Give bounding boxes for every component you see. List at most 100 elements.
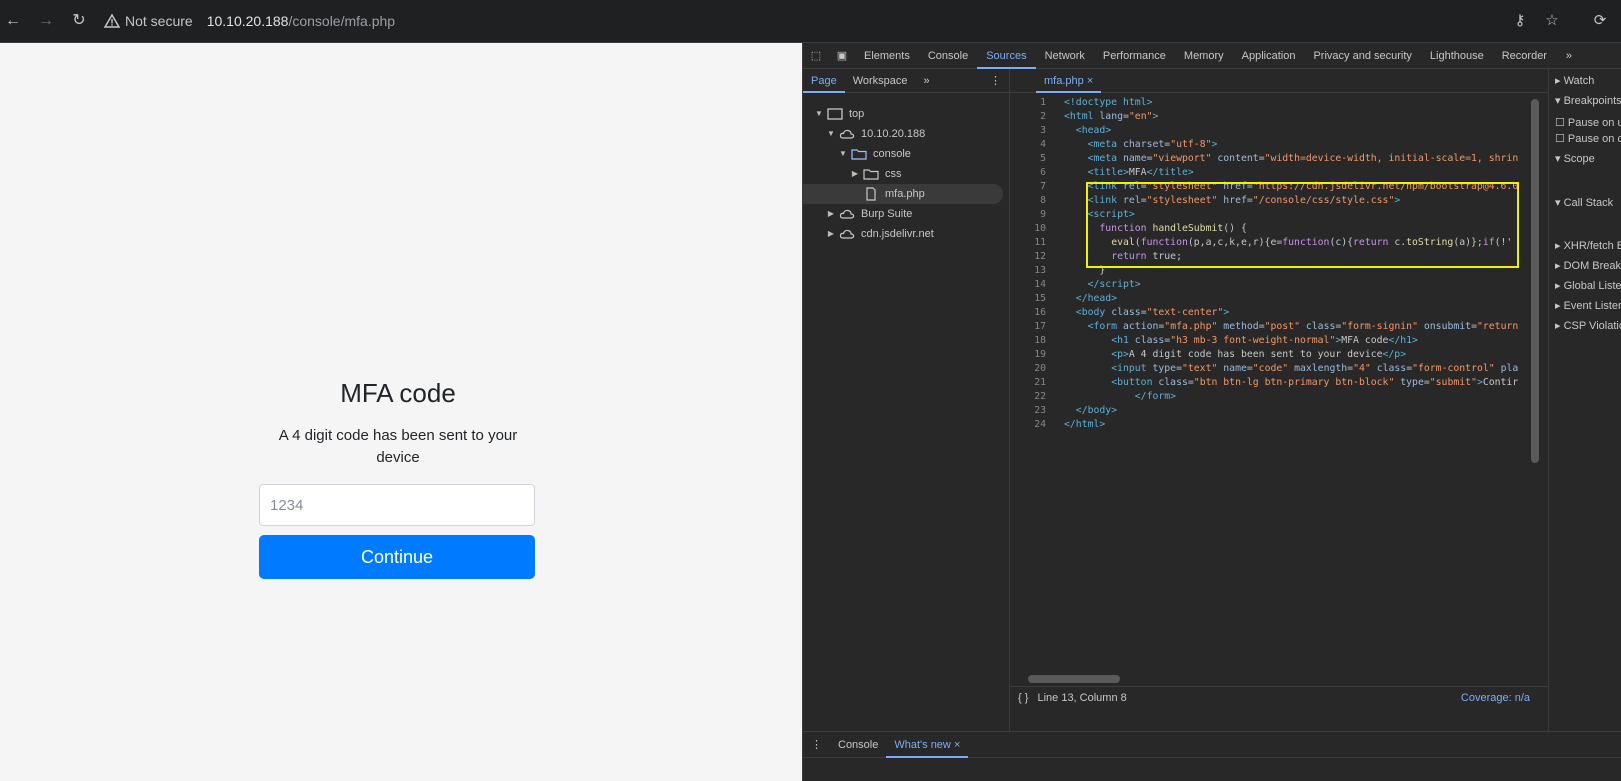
code-editor: mfa.php × 1 2 3 4 5 6 7 8 9 10 11 12 13 … [1010, 69, 1548, 781]
tab-privacy[interactable]: Privacy and security [1304, 43, 1420, 69]
editor-status-bar: { } Line 13, Column 8 Coverage: n/a [1010, 686, 1548, 708]
tree-item-cdn[interactable]: ▶ cdn.jsdelivr.net [825, 224, 934, 244]
tab-lighthouse[interactable]: Lighthouse [1421, 43, 1493, 69]
close-icon[interactable]: × [954, 739, 960, 751]
triangle-right-icon: ▶ [827, 209, 835, 218]
code-line: </head> [1075, 293, 1118, 304]
vertical-scrollbar[interactable] [1531, 99, 1539, 463]
cloud-icon [839, 229, 855, 239]
line-number: 1 [1040, 97, 1046, 108]
section-label: Event Lister [1563, 300, 1621, 312]
inspect-icon[interactable]: ⬚ [803, 43, 829, 69]
file-tab-label: mfa.php [1044, 74, 1084, 87]
tab-application[interactable]: Application [1233, 43, 1305, 69]
section-scope[interactable]: ▾ Scope [1549, 149, 1621, 169]
arrow-right-icon[interactable]: → [35, 10, 57, 32]
mfa-description: A 4 digit code has been sent to your dev… [278, 427, 518, 466]
page-viewport: MFA code A 4 digit code has been sent to… [0, 43, 802, 781]
drawer-menu-icon[interactable]: ⋮ [803, 732, 830, 758]
section-breakpoints[interactable]: ▾ Breakpoints [1549, 91, 1621, 111]
more-nav-tabs-icon[interactable]: » [916, 69, 938, 93]
close-icon[interactable]: × [1087, 75, 1093, 87]
drawer-tab-label: What's new [894, 738, 951, 751]
drawer-tab-whats-new[interactable]: What's new × [886, 732, 969, 758]
code-line: <html lang="en"> [1064, 111, 1159, 122]
checkbox-label: Pause on c [1567, 133, 1621, 145]
tree-item-label: console [873, 148, 911, 160]
more-tabs-icon[interactable]: » [1556, 43, 1582, 69]
tab-memory[interactable]: Memory [1175, 43, 1233, 69]
section-csp[interactable]: ▸ CSP Violatio [1549, 316, 1621, 336]
line-number: 8 [1040, 195, 1046, 206]
checkbox-pause-caught[interactable]: ☐ Pause on c [1549, 129, 1621, 149]
tab-network[interactable]: Network [1036, 43, 1094, 69]
line-number: 3 [1040, 125, 1046, 136]
tree-item-label: css [885, 168, 902, 180]
line-number: 2 [1040, 111, 1046, 122]
code-line: <input type="text" name="code" maxlength… [1111, 363, 1519, 374]
nav-tab-page[interactable]: Page [803, 69, 845, 93]
frame-icon [827, 108, 843, 120]
tree-item-mfa-php[interactable]: mfa.php [803, 184, 1003, 204]
horizontal-scrollbar[interactable] [1020, 675, 1525, 683]
profile-icon[interactable]: ⟳ [1590, 11, 1610, 31]
code-line: <meta charset="utf-8"> [1087, 139, 1218, 150]
reload-icon[interactable]: ↻ [68, 10, 90, 32]
section-label: Scope [1563, 153, 1595, 165]
section-watch[interactable]: ▸ Watch [1549, 71, 1621, 91]
address-bar[interactable]: Not secure 10.10.20.188/console/mfa.php [104, 8, 1544, 34]
curly-braces-icon[interactable]: { } [1018, 692, 1028, 704]
tab-performance[interactable]: Performance [1094, 43, 1175, 69]
code-line: <title>MFA</title> [1087, 167, 1194, 178]
line-number: 18 [1034, 335, 1046, 346]
code-line: <body class="text-center"> [1075, 307, 1230, 318]
cursor-position: Line 13, Column 8 [1037, 692, 1127, 704]
triangle-down-icon: ▼ [827, 129, 835, 138]
sources-navigator: Page Workspace » ⋮ ▼ top ▼ 10.10.20.188 … [803, 69, 1010, 781]
tab-console[interactable]: Console [919, 43, 977, 69]
triangle-down-icon: ▼ [815, 109, 823, 118]
section-label: Breakpoints [1563, 95, 1621, 107]
nav-tab-workspace[interactable]: Workspace [845, 69, 916, 93]
section-label: Watch [1563, 75, 1595, 87]
section-label: Call Stack [1563, 197, 1614, 209]
line-number: 19 [1034, 349, 1046, 360]
arrow-left-icon[interactable]: ← [2, 10, 24, 32]
section-label: CSP Violatio [1563, 320, 1621, 332]
section-event[interactable]: ▸ Event Lister [1549, 296, 1621, 316]
tree-item-console[interactable]: ▼ console [837, 144, 911, 164]
code-line: </html> [1064, 419, 1106, 430]
coverage-label[interactable]: Coverage: n/a [1461, 687, 1530, 709]
key-icon[interactable]: ⚷ [1510, 11, 1530, 31]
devtools-drawer: ⋮ Console What's new × [803, 731, 1621, 781]
section-call-stack[interactable]: ▾ Call Stack [1549, 193, 1621, 213]
tab-sources[interactable]: Sources [977, 43, 1036, 69]
browser-toolbar: ← → ↻ Not secure 10.10.20.188/console/mf… [0, 0, 1621, 43]
section-xhr[interactable]: ▸ XHR/fetch B [1549, 236, 1621, 256]
mfa-title: MFA code [340, 378, 456, 408]
section-dom[interactable]: ▸ DOM Break [1549, 256, 1621, 276]
star-icon[interactable]: ☆ [1542, 11, 1562, 31]
tree-item-burp[interactable]: ▶ Burp Suite [825, 204, 912, 224]
highlight-box [1086, 182, 1519, 268]
tree-item-top[interactable]: ▼ top [813, 104, 864, 124]
section-label: XHR/fetch B [1563, 240, 1621, 252]
continue-button[interactable]: Continue [259, 535, 535, 579]
device-toggle-icon[interactable]: ▣ [829, 43, 855, 69]
code-line: <h1 class="h3 mb-3 font-weight-normal">M… [1111, 335, 1418, 346]
tree-item-css[interactable]: ▶ css [849, 164, 902, 184]
file-tab-mfa-php[interactable]: mfa.php × [1036, 69, 1102, 93]
cloud-icon [839, 209, 855, 219]
tab-recorder[interactable]: Recorder [1493, 43, 1556, 69]
line-number: 11 [1034, 237, 1046, 248]
tree-item-host[interactable]: ▼ 10.10.20.188 [825, 124, 925, 144]
kebab-menu-icon[interactable]: ⋮ [982, 69, 1009, 93]
code-input[interactable] [259, 484, 535, 526]
section-global[interactable]: ▸ Global Liste [1549, 276, 1621, 296]
scroll-thumb[interactable] [1028, 675, 1120, 683]
line-number: 5 [1040, 153, 1046, 164]
tab-elements[interactable]: Elements [855, 43, 919, 69]
tree-item-label: cdn.jsdelivr.net [861, 228, 934, 240]
code-line: <form action="mfa.php" method="post" cla… [1087, 321, 1519, 332]
drawer-tab-console[interactable]: Console [830, 732, 886, 758]
